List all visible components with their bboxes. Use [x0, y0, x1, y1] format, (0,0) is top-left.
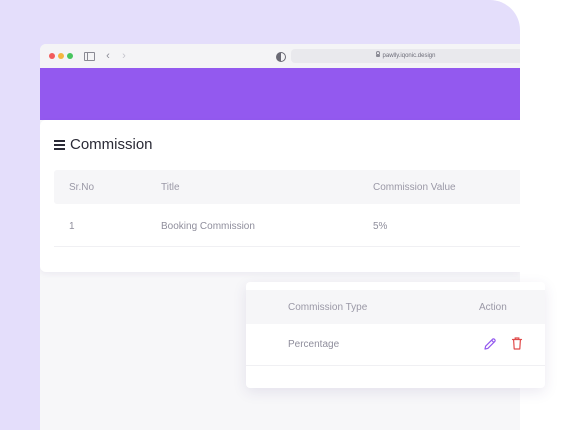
browser-titlebar: ‹ › pawlly.iqonic.design: [40, 44, 520, 69]
commission-detail-card: Commission Type Action Percentage: [246, 282, 545, 388]
column-header-action: Action: [479, 302, 507, 313]
page-title: Commission: [54, 136, 153, 153]
edit-pencil-icon[interactable]: [483, 337, 497, 351]
page-title-text: Commission: [70, 136, 153, 153]
table-header: Sr.No Title Commission Value: [54, 170, 520, 204]
header-banner: [40, 68, 520, 120]
maximize-window-button[interactable]: [67, 53, 73, 59]
column-header-title: Title: [161, 182, 180, 193]
cell-sr-no: 1: [69, 221, 75, 232]
url-text: pawlly.iqonic.design: [382, 53, 436, 59]
cell-title: Booking Commission: [161, 221, 255, 232]
close-window-button[interactable]: [49, 53, 55, 59]
column-header-commission-type: Commission Type: [288, 302, 368, 313]
address-bar[interactable]: pawlly.iqonic.design: [291, 49, 520, 63]
trash-icon[interactable]: [510, 336, 524, 351]
table-row: 1 Booking Commission 5%: [54, 206, 520, 247]
lock-icon: [375, 51, 380, 57]
sidebar-toggle-icon[interactable]: [83, 50, 95, 62]
minimize-window-button[interactable]: [58, 53, 64, 59]
column-header-commission-value: Commission Value: [373, 182, 456, 193]
hamburger-menu-icon[interactable]: [54, 139, 65, 150]
cell-commission-type: Percentage: [288, 339, 340, 350]
shield-icon[interactable]: [274, 50, 286, 62]
forward-arrow-icon[interactable]: ›: [118, 50, 130, 62]
commission-card: Commission Sr.No Title Commission Value …: [40, 120, 520, 272]
table-row: Percentage: [246, 324, 545, 366]
cell-commission-value: 5%: [373, 221, 388, 232]
back-arrow-icon[interactable]: ‹: [102, 50, 114, 62]
table-header: Commission Type Action: [246, 290, 545, 324]
column-header-sr-no: Sr.No: [69, 182, 95, 193]
